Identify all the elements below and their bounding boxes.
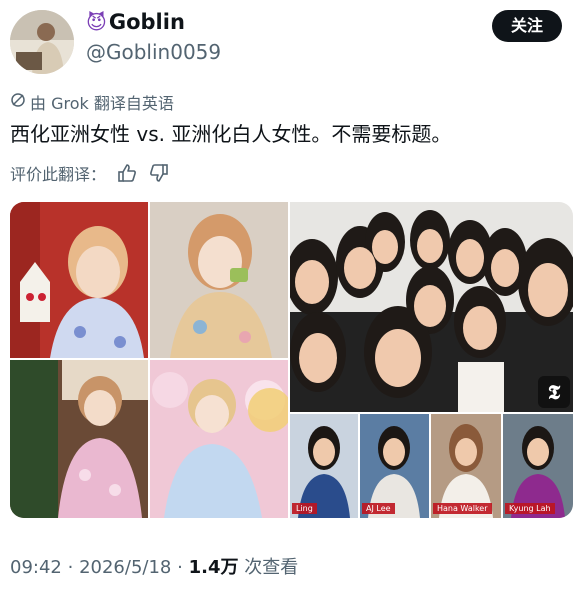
thumbs-down-icon[interactable] xyxy=(148,162,170,184)
thumbs-up-icon[interactable] xyxy=(116,162,138,184)
photo-news-anchor-3[interactable]: Hana Walker xyxy=(431,414,501,518)
photo-kimono-pink-house[interactable] xyxy=(10,360,148,518)
globe-icon xyxy=(10,92,26,112)
translation-attribution: 由 Grok 翻译自英语 xyxy=(10,90,174,114)
avatar[interactable] xyxy=(10,10,74,74)
photo-group-selfie[interactable] xyxy=(290,202,573,412)
smiling-devil-emoji-icon: 😈 xyxy=(86,10,107,34)
tweet-metadata: 09:42 · 2026/5/18 · 1.4万 次查看 xyxy=(10,553,298,579)
photo-kimono-fox-mask[interactable] xyxy=(10,202,148,358)
news-caption: Kyung Lah xyxy=(505,503,555,514)
photo-news-anchor-2[interactable]: AJ Lee xyxy=(360,414,429,518)
separator: · xyxy=(177,557,183,578)
media-collage[interactable]: Ling AJ Lee Hana Walker Kyung Lah xyxy=(10,202,573,518)
photo-kimono-cherry-blossoms[interactable] xyxy=(150,360,288,518)
tweet-text: 西化亚洲女性 vs. 亚洲化白人女性。不需要标题。 xyxy=(10,122,452,146)
news-caption: Hana Walker xyxy=(433,503,492,514)
photo-kimono-tea-cup[interactable] xyxy=(150,202,288,358)
rate-translation-label: 评价此翻译： xyxy=(10,165,107,184)
rate-translation-row: 评价此翻译： xyxy=(10,161,170,185)
user-handle[interactable]: @Goblin0059 xyxy=(86,40,221,64)
views-count: 1.4万 xyxy=(188,557,239,578)
news-caption: AJ Lee xyxy=(362,503,395,514)
follow-button[interactable]: 关注 xyxy=(492,10,562,42)
post-date[interactable]: 2026/5/18 xyxy=(79,557,171,578)
views-label: 次查看 xyxy=(244,557,299,578)
nyt-logo-icon: 𝕿 xyxy=(538,376,570,408)
translation-label[interactable]: 由 Grok 翻译自英语 xyxy=(30,90,174,114)
photo-news-anchor-4[interactable]: Kyung Lah xyxy=(503,414,573,518)
news-caption: Ling xyxy=(292,503,317,514)
photo-news-anchor-1[interactable]: Ling xyxy=(290,414,358,518)
separator: · xyxy=(67,557,74,578)
display-name[interactable]: 😈Goblin xyxy=(86,10,185,34)
post-time[interactable]: 09:42 xyxy=(10,557,62,578)
